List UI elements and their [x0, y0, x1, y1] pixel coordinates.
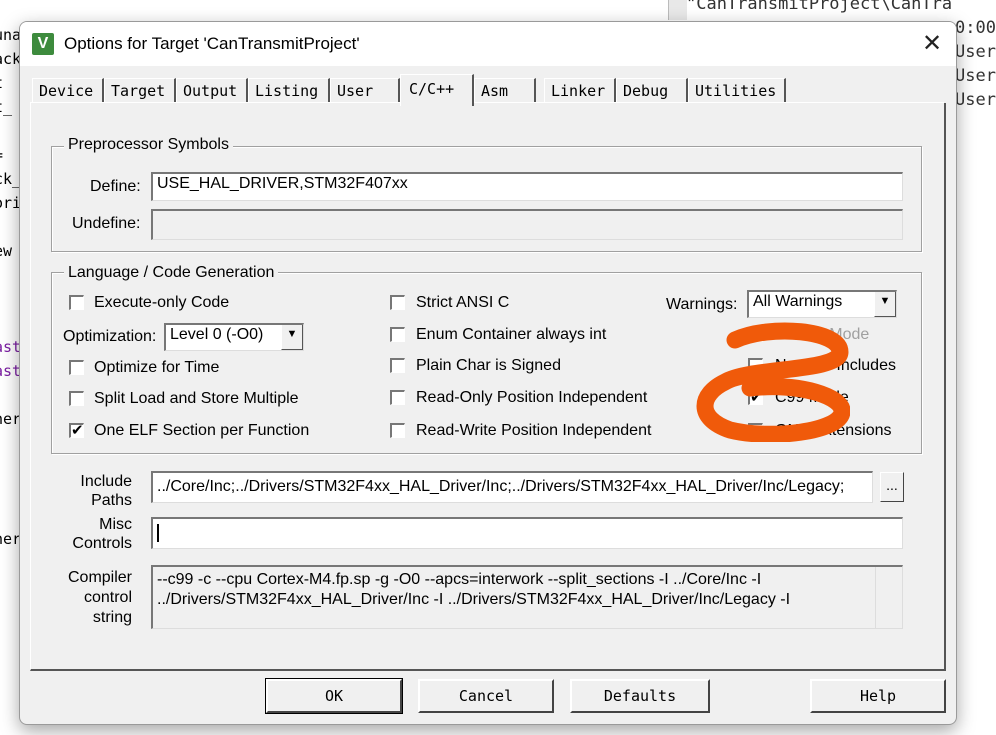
rw-pi-checkbox[interactable]: [390, 423, 405, 438]
split-load-label: Split Load and Store Multiple: [94, 390, 299, 407]
chevron-down-icon[interactable]: ▼: [281, 325, 303, 350]
one-elf-label: One ELF Section per Function: [94, 422, 310, 439]
tab-c-cpp[interactable]: C/C++: [400, 74, 474, 106]
defaults-button[interactable]: Defaults: [570, 679, 710, 713]
compiler-label-line3: string: [92, 609, 132, 626]
cancel-button[interactable]: Cancel: [418, 679, 554, 713]
tab-asm[interactable]: Asm: [474, 78, 536, 102]
bg-code-fragment: ew: [0, 242, 13, 260]
keil-app-icon: V: [32, 33, 54, 55]
bg-code-fragment: ast: [0, 362, 22, 380]
tab-listing[interactable]: Listing: [248, 78, 330, 102]
misc-label-line2: Controls: [72, 535, 132, 552]
title-bar: V Options for Target 'CanTransmitProject…: [20, 22, 956, 66]
bg-code-fragment: User: [955, 90, 996, 110]
compiler-control-label: Compiler control string: [58, 568, 132, 628]
preprocessor-group-title: Preprocessor Symbols: [64, 136, 233, 154]
background-editor-right: 0:00 User User User: [955, 0, 996, 735]
strict-ansi-checkbox[interactable]: [390, 295, 405, 310]
tab-linker[interactable]: Linker: [544, 78, 616, 102]
include-label-line2: Paths: [91, 492, 132, 509]
optimization-label: Optimization:: [63, 328, 157, 345]
strict-ansi-label: Strict ANSI C: [416, 294, 510, 311]
bg-code-fragment: ck_: [0, 170, 22, 188]
enum-container-label: Enum Container always int: [416, 326, 607, 343]
optimize-time-checkbox[interactable]: [69, 360, 84, 375]
compiler-control-string: --c99 -c --cpu Cortex-M4.fp.sp -g -O0 --…: [151, 565, 903, 629]
optimization-value: Level 0 (-O0): [170, 326, 264, 343]
plain-char-label: Plain Char is Signed: [416, 357, 561, 374]
optimize-time-label: Optimize for Time: [94, 359, 220, 376]
rw-pi-label: Read-Write Position Independent: [416, 422, 652, 439]
tab-output[interactable]: Output: [176, 78, 248, 102]
compiler-scrollbar[interactable]: [875, 567, 902, 628]
define-input[interactable]: USE_HAL_DRIVER,STM32F407xx: [151, 172, 903, 201]
execute-only-label: Execute-only Code: [94, 294, 230, 311]
compiler-label-line2: control: [83, 589, 132, 606]
include-paths-label: Include Paths: [60, 472, 132, 510]
bg-code-fragment: ner: [0, 530, 22, 548]
bg-code-fragment: =: [0, 146, 3, 164]
orange-annotation-scribble: [696, 322, 850, 442]
ro-pi-checkbox[interactable]: [390, 390, 405, 405]
bg-code-fragment: t_: [0, 98, 13, 116]
warnings-select[interactable]: All Warnings ▼: [747, 290, 897, 318]
text-caret: [157, 523, 159, 542]
tab-debug[interactable]: Debug: [616, 78, 688, 102]
ok-button[interactable]: OK: [265, 678, 403, 714]
browse-include-button[interactable]: ...: [880, 472, 904, 502]
bg-code-fragment: ner: [0, 410, 22, 428]
define-label: Define:: [90, 178, 141, 195]
bg-code-fragment: ack: [0, 50, 22, 68]
bg-code-fragment: una: [0, 26, 22, 44]
execute-only-checkbox[interactable]: [69, 295, 84, 310]
bg-code-fragment: User: [955, 66, 996, 86]
ro-pi-label: Read-Only Position Independent: [416, 389, 648, 406]
tab-utilities[interactable]: Utilities: [688, 78, 786, 102]
compiler-control-value: --c99 -c --cpu Cortex-M4.fp.sp -g -O0 --…: [157, 571, 791, 608]
include-label-line1: Include: [80, 473, 132, 490]
tab-target[interactable]: Target: [104, 78, 176, 102]
include-paths-input[interactable]: ../Core/Inc;../Drivers/STM32F4xx_HAL_Dri…: [151, 471, 873, 503]
background-strip: [668, 0, 687, 20]
language-group-title: Language / Code Generation: [64, 264, 279, 282]
bg-code-fragment: "CanTransmitProject\CanTra: [686, 0, 953, 14]
bg-code-fragment: ast: [0, 338, 22, 356]
undefine-label: Undefine:: [72, 215, 141, 232]
warnings-label: Warnings:: [666, 296, 738, 313]
misc-label-line1: Misc: [99, 516, 132, 533]
bg-code-fragment: User: [955, 42, 996, 62]
dialog-title: Options for Target 'CanTransmitProject': [64, 34, 360, 53]
misc-controls-input[interactable]: [151, 517, 903, 549]
warnings-value: All Warnings: [753, 293, 843, 310]
tab-device[interactable]: Device: [32, 78, 104, 102]
optimization-select[interactable]: Level 0 (-O0) ▼: [164, 323, 304, 351]
one-elf-checkbox[interactable]: ✔: [69, 423, 84, 438]
enum-container-checkbox[interactable]: [390, 327, 405, 342]
undefine-input: [151, 209, 903, 240]
help-button[interactable]: Help: [810, 679, 946, 713]
plain-char-checkbox[interactable]: [390, 358, 405, 373]
bg-code-fragment: t: [0, 74, 3, 92]
misc-controls-label: Misc Controls: [60, 515, 132, 553]
close-icon[interactable]: ✕: [916, 30, 948, 58]
bg-code-fragment: 0:00: [955, 18, 996, 38]
bg-code-fragment: ori: [0, 194, 22, 212]
tab-user[interactable]: User: [330, 78, 400, 102]
chevron-down-icon[interactable]: ▼: [874, 292, 896, 317]
compiler-label-line1: Compiler: [67, 569, 132, 586]
split-load-checkbox[interactable]: [69, 391, 84, 406]
